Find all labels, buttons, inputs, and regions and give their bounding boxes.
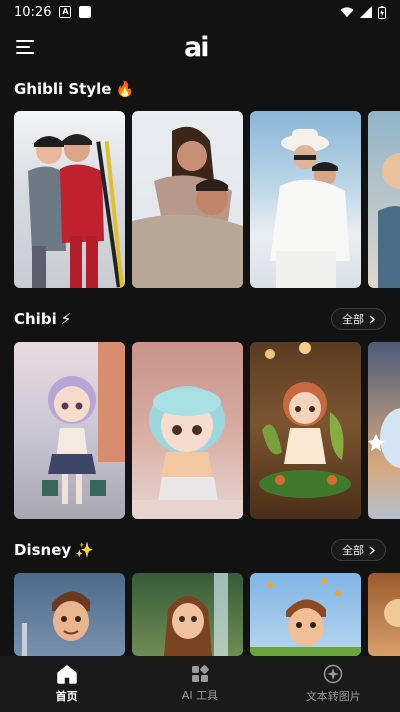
nav-ai-tools[interactable]: AI 工具 — [133, 656, 266, 712]
menu-icon[interactable] — [16, 40, 34, 54]
nav-home[interactable]: 首页 — [0, 656, 133, 712]
grid-tools-icon — [191, 665, 209, 682]
status-bar: 10:26 A — [0, 0, 400, 24]
disney-card-partial[interactable] — [368, 573, 400, 656]
chibi-card-schoolgirl[interactable] — [14, 342, 125, 519]
disney-card-girl-forest[interactable] — [132, 573, 243, 656]
ghibli-card-partial[interactable] — [368, 111, 400, 288]
signal-icon — [360, 6, 372, 18]
nav-text-to-image[interactable]: 文本转图片 — [267, 656, 400, 712]
section-title-ghibli: Ghibli Style 🔥 — [14, 80, 135, 98]
chibi-card-laptop[interactable] — [132, 342, 243, 519]
chibi-carousel[interactable] — [14, 342, 400, 519]
bottom-nav: 首页 AI 工具 文本转图片 — [0, 656, 400, 712]
chevron-right-icon — [369, 314, 375, 324]
chibi-see-all-button[interactable]: 全部 — [331, 308, 386, 330]
chibi-card-partial[interactable] — [368, 342, 400, 519]
notification-square-icon — [79, 6, 92, 18]
disney-carousel[interactable] — [14, 573, 400, 656]
battery-icon — [378, 5, 386, 19]
ghibli-card-piggyback-1[interactable] — [132, 111, 243, 288]
top-bar: ai — [0, 24, 400, 70]
disney-card-boy-1[interactable] — [14, 573, 125, 656]
ghibli-carousel[interactable] — [14, 111, 400, 288]
clock: 10:26 — [14, 4, 52, 20]
ghibli-card-ski-couple[interactable] — [14, 111, 125, 288]
disney-card-boy-butterflies[interactable] — [250, 573, 361, 656]
chibi-card-garden[interactable] — [250, 342, 361, 519]
section-title-disney: Disney ✨ — [14, 541, 94, 559]
chevron-right-icon — [369, 545, 375, 555]
sparkle-icon — [324, 664, 343, 684]
ghibli-card-piggyback-2[interactable] — [250, 111, 361, 288]
home-icon — [56, 664, 77, 684]
section-title-chibi: Chibi ⚡ — [14, 310, 72, 328]
notification-a-icon: A — [59, 6, 72, 18]
disney-see-all-button[interactable]: 全部 — [331, 539, 386, 561]
wifi-icon — [340, 7, 354, 17]
app-logo: ai — [184, 32, 210, 63]
